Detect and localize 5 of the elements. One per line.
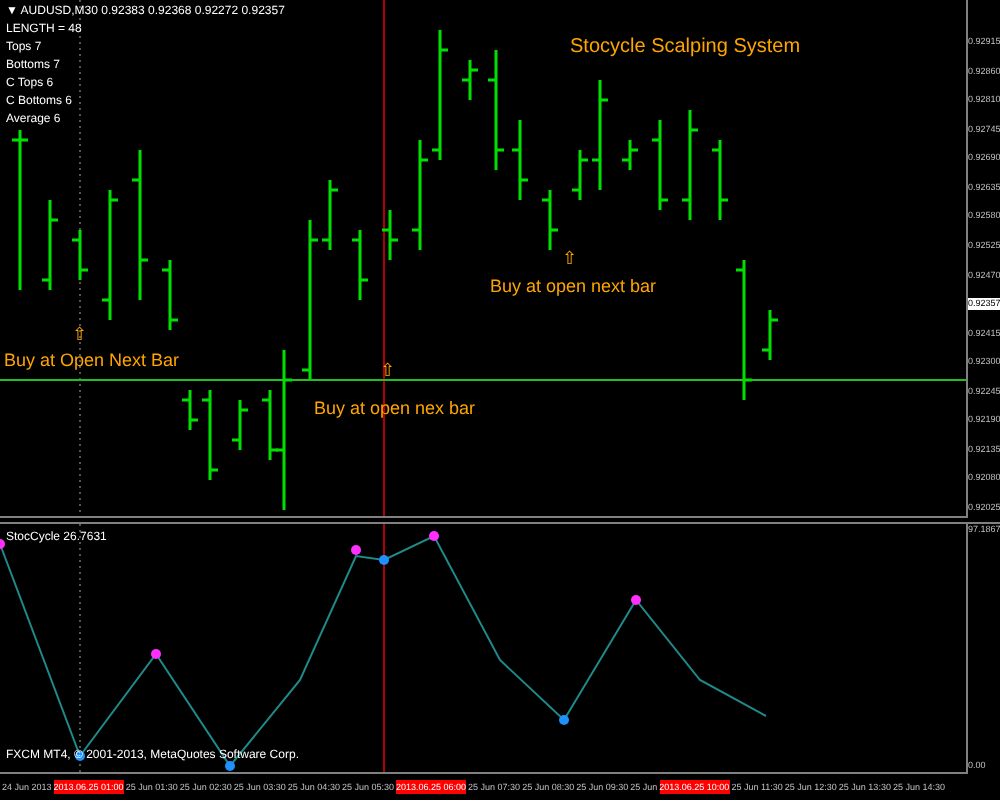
- signal-label: Buy at Open Next Bar: [4, 348, 180, 374]
- signal-label: Buy at open next bar: [490, 274, 657, 300]
- signal-arrow: ⇧: [562, 248, 578, 268]
- signal-arrow: ⇧: [72, 324, 88, 344]
- chart-title: Stocycle Scalping System: [570, 34, 801, 62]
